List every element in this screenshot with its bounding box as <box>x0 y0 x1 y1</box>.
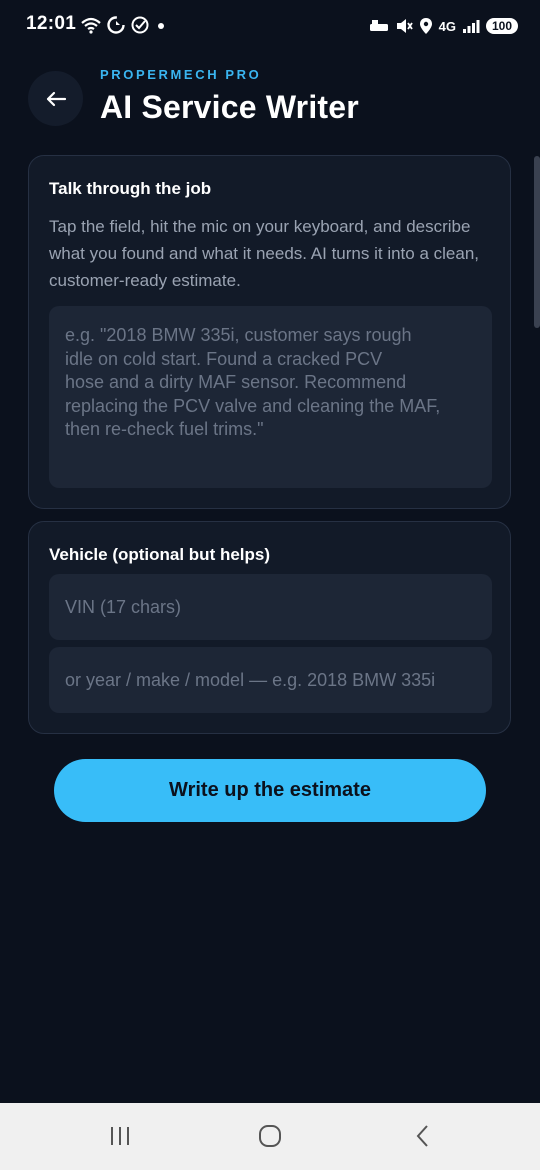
dot-icon <box>158 23 164 29</box>
arrow-left-icon <box>46 91 66 106</box>
recent-apps-button[interactable] <box>100 1121 140 1151</box>
status-time: 12:01 <box>26 13 77 34</box>
location-icon <box>419 18 432 34</box>
write-estimate-button[interactable]: Write up the estimate <box>54 759 486 822</box>
job-description-input[interactable]: e.g. "2018 BMW 335i, customer says rough… <box>49 306 492 488</box>
page-title: AI Service Writer <box>100 89 359 125</box>
sync-icon <box>107 16 125 34</box>
status-bar: 12:01 4G 100 <box>0 0 540 52</box>
vehicle-card: Vehicle (optional but helps) VIN (17 cha… <box>28 521 511 734</box>
recent-apps-icon <box>111 1127 129 1145</box>
vehicle-card-title: Vehicle (optional but helps) <box>49 545 271 564</box>
bluetooth-icon <box>369 20 388 31</box>
scrollbar[interactable] <box>534 156 540 328</box>
wifi-calling-icon <box>81 17 101 34</box>
back-icon <box>416 1125 428 1147</box>
check-circle-icon <box>131 16 149 34</box>
job-card-description: Tap the field, hit the mic on your keybo… <box>49 217 479 290</box>
brand-label: PROPERMECH PRO <box>100 67 262 82</box>
system-nav-bar <box>0 1103 540 1170</box>
mute-icon <box>396 19 413 33</box>
job-card-title: Talk through the job <box>49 179 212 198</box>
home-icon <box>259 1125 281 1147</box>
nav-back-button[interactable] <box>402 1121 442 1151</box>
vin-input[interactable]: VIN (17 chars) <box>49 574 492 640</box>
network-type: 4G <box>438 18 456 34</box>
battery-indicator: 100 <box>485 18 518 34</box>
job-card: Talk through the job Tap the field, hit … <box>28 155 511 509</box>
year-make-model-input[interactable]: or year / make / model — e.g. 2018 BMW 3… <box>49 647 492 713</box>
home-button[interactable] <box>250 1121 290 1151</box>
signal-icon <box>462 20 480 33</box>
back-button[interactable] <box>28 71 83 126</box>
